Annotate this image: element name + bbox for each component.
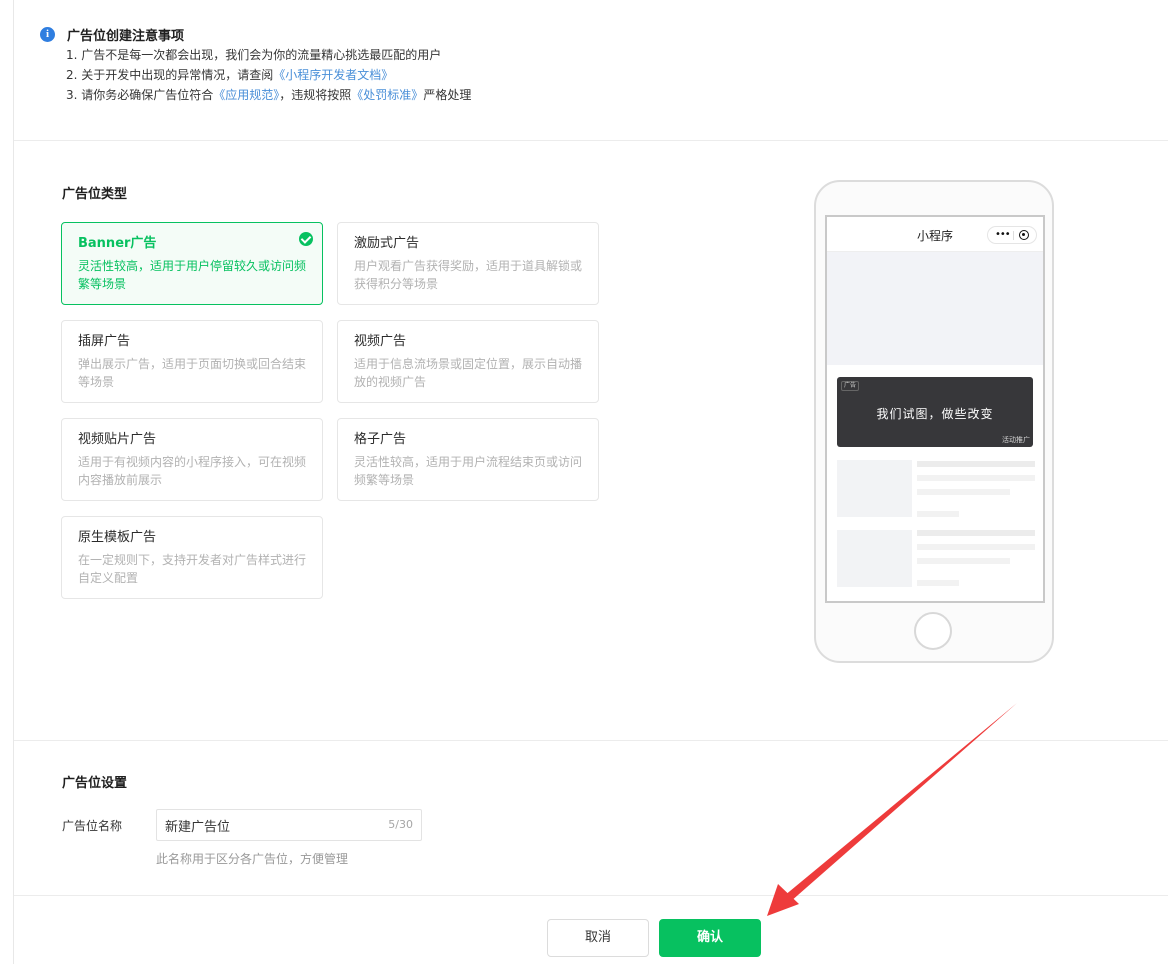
- annotation-arrow-icon: [767, 703, 1017, 916]
